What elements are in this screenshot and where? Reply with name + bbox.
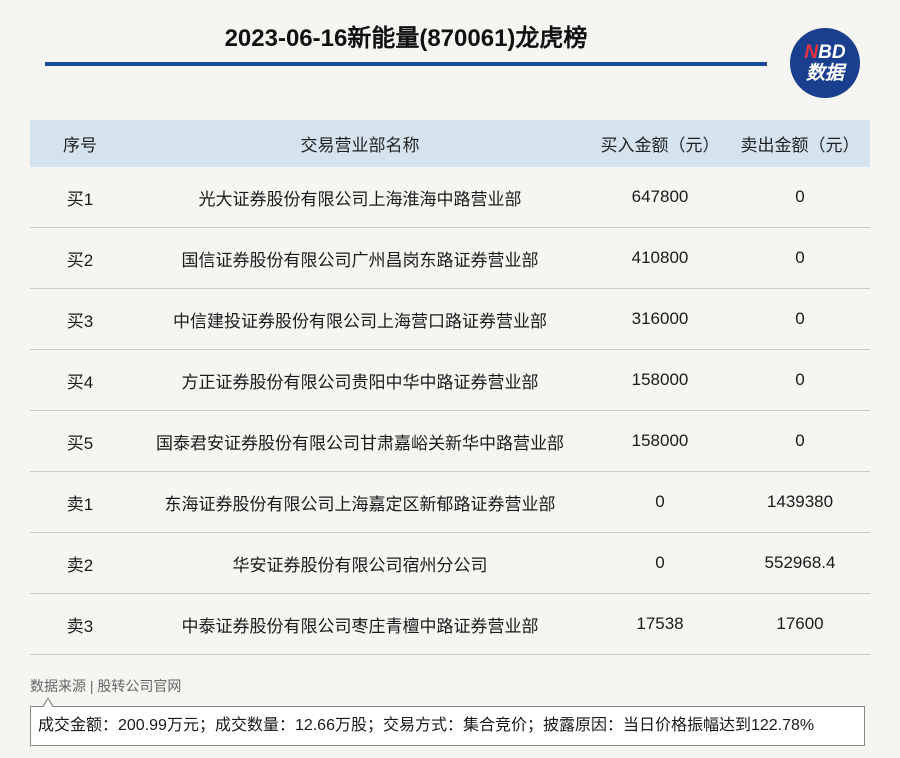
cell-rank: 买2 bbox=[30, 227, 130, 289]
callout-pointer-fill bbox=[43, 699, 53, 708]
cell-sell: 0 bbox=[730, 410, 870, 472]
cell-rank: 买1 bbox=[30, 167, 130, 228]
cell-branch: 中信建投证券股份有限公司上海营口路证券营业部 bbox=[130, 288, 590, 350]
cell-branch: 国泰君安证券股份有限公司甘肃嘉峪关新华中路营业部 bbox=[130, 410, 590, 472]
cell-sell: 17600 bbox=[730, 593, 870, 655]
page-title: 2023-06-16新能量(870061)龙虎榜 bbox=[224, 25, 588, 52]
cell-branch: 方正证券股份有限公司贵阳中华中路证券营业部 bbox=[130, 349, 590, 411]
cell-rank: 买3 bbox=[30, 288, 130, 350]
cell-buy: 0 bbox=[590, 532, 730, 594]
logo-subtitle: 数据 bbox=[805, 63, 844, 84]
cell-sell: 0 bbox=[730, 227, 870, 289]
logo-n: N bbox=[804, 42, 819, 63]
cell-branch: 光大证券股份有限公司上海淮海中路营业部 bbox=[130, 167, 590, 228]
table-row: 买1 光大证券股份有限公司上海淮海中路营业部 647800 0 bbox=[30, 167, 870, 228]
trading-desk-table: 序号 交易营业部名称 买入金额（元） 卖出金额（元） 买1 光大证券股份有限公司… bbox=[30, 120, 870, 655]
table-row: 卖2 华安证券股份有限公司宿州分公司 0 552968.4 bbox=[30, 532, 870, 594]
column-header-buy-amount: 买入金额（元） bbox=[590, 120, 730, 167]
table-row: 买4 方正证券股份有限公司贵阳中华中路证券营业部 158000 0 bbox=[30, 349, 870, 411]
nbd-logo: NBD 数据 bbox=[790, 28, 860, 98]
cell-branch: 华安证券股份有限公司宿州分公司 bbox=[130, 532, 590, 594]
cell-sell: 0 bbox=[730, 349, 870, 411]
table-row: 买2 国信证券股份有限公司广州昌岗东路证券营业部 410800 0 bbox=[30, 227, 870, 289]
table-row: 买5 国泰君安证券股份有限公司甘肃嘉峪关新华中路营业部 158000 0 bbox=[30, 410, 870, 472]
title-underline bbox=[45, 62, 767, 66]
cell-sell: 0 bbox=[730, 167, 870, 228]
column-header-branch: 交易营业部名称 bbox=[130, 120, 590, 167]
cell-rank: 买5 bbox=[30, 410, 130, 472]
cell-branch: 国信证券股份有限公司广州昌岗东路证券营业部 bbox=[130, 227, 590, 289]
cell-sell: 1439380 bbox=[730, 471, 870, 533]
cell-buy: 158000 bbox=[590, 349, 730, 411]
logo-wordmark: NBD bbox=[804, 43, 845, 62]
cell-branch: 东海证券股份有限公司上海嘉定区新郁路证券营业部 bbox=[130, 471, 590, 533]
table-row: 买3 中信建投证券股份有限公司上海营口路证券营业部 316000 0 bbox=[30, 288, 870, 350]
cell-buy: 316000 bbox=[590, 288, 730, 350]
logo-bd: BD bbox=[818, 42, 846, 63]
table-row: 卖1 东海证券股份有限公司上海嘉定区新郁路证券营业部 0 1439380 bbox=[30, 471, 870, 533]
cell-buy: 647800 bbox=[590, 167, 730, 228]
table-row: 卖3 中泰证券股份有限公司枣庄青檀中路证券营业部 17538 17600 bbox=[30, 593, 870, 655]
cell-buy: 17538 bbox=[590, 593, 730, 655]
trade-summary-note: 成交金额：200.99万元；成交数量：12.66万股；交易方式：集合竞价；披露原… bbox=[30, 706, 865, 746]
cell-buy: 158000 bbox=[590, 410, 730, 472]
cell-rank: 卖2 bbox=[30, 532, 130, 594]
cell-rank: 买4 bbox=[30, 349, 130, 411]
cell-buy: 0 bbox=[590, 471, 730, 533]
column-header-rank: 序号 bbox=[30, 120, 130, 167]
cell-sell: 552968.4 bbox=[730, 532, 870, 594]
cell-rank: 卖1 bbox=[30, 471, 130, 533]
column-header-sell-amount: 卖出金额（元） bbox=[730, 120, 870, 167]
cell-rank: 卖3 bbox=[30, 593, 130, 655]
data-source-caption: 数据来源 | 股转公司官网 bbox=[30, 678, 182, 694]
cell-branch: 中泰证券股份有限公司枣庄青檀中路证券营业部 bbox=[130, 593, 590, 655]
cell-sell: 0 bbox=[730, 288, 870, 350]
cell-buy: 410800 bbox=[590, 227, 730, 289]
table-header-row: 序号 交易营业部名称 买入金额（元） 卖出金额（元） bbox=[30, 120, 870, 167]
